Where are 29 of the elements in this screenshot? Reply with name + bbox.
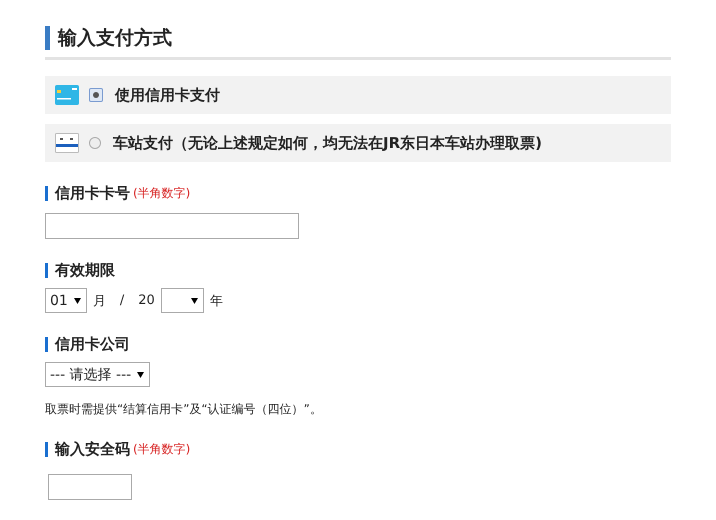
payment-option[interactable]: 使用信用卡支付 xyxy=(45,76,671,114)
year-select[interactable] xyxy=(160,288,204,313)
section-heading: 输入支付方式 xyxy=(58,26,172,51)
option-label: 使用信用卡支付 xyxy=(115,86,220,104)
field-label: 信用卡公司 xyxy=(55,334,130,354)
year-prefix: 20 xyxy=(138,293,155,308)
caret-icon xyxy=(137,372,144,378)
radio-button[interactable] xyxy=(89,88,103,102)
security-code-field[interactable] xyxy=(48,474,132,500)
month-unit: 月 xyxy=(92,292,106,310)
credit-card-icon xyxy=(55,85,79,105)
heading-accent-bar xyxy=(45,26,50,50)
field-label: 有效期限 xyxy=(55,260,115,280)
field-note: (半角数字) xyxy=(133,184,190,202)
radio-button[interactable] xyxy=(89,137,101,149)
card-company-select[interactable]: --- 请选择 --- xyxy=(45,362,150,387)
caret-icon xyxy=(74,298,81,304)
caret-icon xyxy=(190,298,198,304)
notice-text: 取票时需提供“结算信用卡”及“认证编号（四位）”。 xyxy=(45,401,323,418)
field-label: 信用卡卡号 xyxy=(55,184,130,202)
ticket-icon xyxy=(55,133,79,153)
card-number-field[interactable] xyxy=(45,213,299,239)
payment-option[interactable]: 车站支付（无论上述规定如何，均无法在JR东日本车站办理取票) xyxy=(45,124,671,162)
month-select[interactable]: 01 xyxy=(45,288,87,313)
date-separator: / xyxy=(120,293,124,308)
field-note: (半角数字) xyxy=(133,440,190,458)
year-unit: 年 xyxy=(210,292,223,310)
field-label: 输入安全码 xyxy=(55,440,130,458)
option-label: 车站支付（无论上述规定如何，均无法在JR东日本车站办理取票) xyxy=(113,134,542,152)
